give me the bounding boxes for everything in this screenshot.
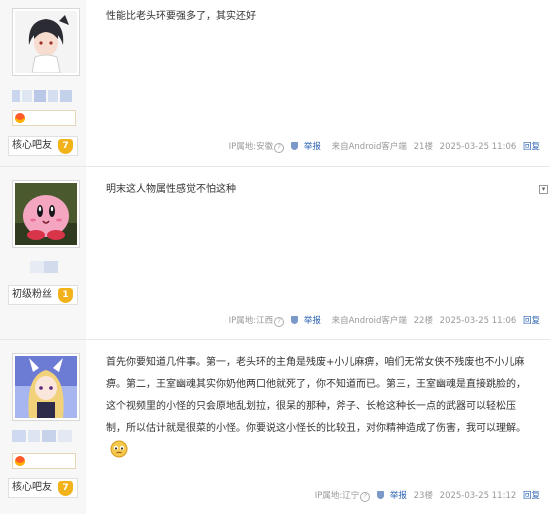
reply-link[interactable]: 回复 — [523, 142, 540, 152]
ip-location: IP属地:安徽? — [225, 142, 285, 153]
client-source[interactable]: 来自Android客户端 — [328, 142, 407, 152]
emoji-icon — [110, 440, 128, 458]
author-panel: 核心吧友 7 — [0, 0, 86, 166]
floor-number: 23楼 — [413, 491, 433, 501]
level-number: 7 — [58, 481, 73, 496]
username-blurred[interactable] — [12, 430, 72, 442]
client-source[interactable]: 来自Android客户端 — [328, 316, 407, 326]
flame-icon — [15, 113, 25, 123]
floor-number: 22楼 — [413, 316, 433, 326]
post-time: 2025-03-25 11:12 — [439, 491, 517, 501]
post-content: 首先你要知道几件事。第一，老头环的主角是残废+小儿麻痹，咱们无常女侠不残废也不小… — [106, 352, 530, 462]
rank-label: 初级粉丝 — [12, 289, 52, 300]
report-link[interactable]: 举报 — [290, 142, 321, 152]
rank-label: 核心吧友 — [12, 140, 52, 151]
shield-icon — [290, 316, 298, 324]
post-time: 2025-03-25 11:06 — [439, 316, 517, 326]
floor-number: 21楼 — [413, 142, 433, 152]
avatar[interactable] — [12, 180, 80, 248]
username-blurred[interactable] — [12, 90, 72, 102]
level-badge[interactable]: 初级粉丝 1 — [8, 285, 78, 305]
ip-location: IP属地:江西? — [225, 316, 285, 327]
reply-link[interactable]: 回复 — [523, 491, 540, 501]
fan-badge[interactable] — [12, 110, 76, 126]
fan-badge[interactable] — [12, 453, 76, 469]
username-blurred[interactable] — [30, 261, 58, 273]
post-content: 明末这人物属性感觉不怕这种 — [106, 184, 236, 195]
post-floor-23: 核心吧友 7 首先你要知道几件事。第一，老头环的主角是残废+小儿麻痹，咱们无常女… — [0, 340, 550, 514]
question-icon[interactable]: ? — [360, 492, 371, 502]
shield-icon — [376, 491, 384, 499]
post-meta: IP属地:江西? 举报 来自Android客户端 22楼 2025-03-25 … — [221, 314, 540, 327]
question-icon[interactable]: ? — [274, 143, 285, 153]
flame-icon — [15, 456, 25, 466]
rank-label: 核心吧友 — [12, 482, 52, 493]
avatar[interactable] — [12, 353, 80, 421]
avatar[interactable] — [12, 8, 80, 76]
level-badge[interactable]: 核心吧友 7 — [8, 478, 78, 498]
post-time: 2025-03-25 11:06 — [439, 142, 517, 152]
level-badge[interactable]: 核心吧友 7 — [8, 136, 78, 156]
question-icon[interactable]: ? — [274, 317, 285, 327]
post-floor-22: 初级粉丝 1 明末这人物属性感觉不怕这种 ▾ IP属地:江西? 举报 来自And… — [0, 167, 550, 340]
level-number: 7 — [58, 139, 73, 154]
level-number: 1 — [58, 288, 73, 303]
reply-link[interactable]: 回复 — [523, 316, 540, 326]
author-panel: 核心吧友 7 — [0, 340, 86, 514]
report-link[interactable]: 举报 — [290, 316, 321, 326]
collapse-icon[interactable]: ▾ — [539, 185, 548, 194]
post-floor-21: 核心吧友 7 性能比老头环要强多了，其实还好 IP属地:安徽? 举报 来自And… — [0, 0, 550, 167]
post-meta: IP属地:安徽? 举报 来自Android客户端 21楼 2025-03-25 … — [221, 140, 540, 153]
post-content: 性能比老头环要强多了，其实还好 — [106, 11, 256, 22]
report-link[interactable]: 举报 — [376, 491, 407, 501]
post-meta: IP属地:辽宁? 举报 23楼 2025-03-25 11:12 回复 — [307, 489, 540, 502]
shield-icon — [290, 142, 298, 150]
author-panel: 初级粉丝 1 — [0, 167, 86, 339]
ip-location: IP属地:辽宁? — [311, 491, 371, 502]
